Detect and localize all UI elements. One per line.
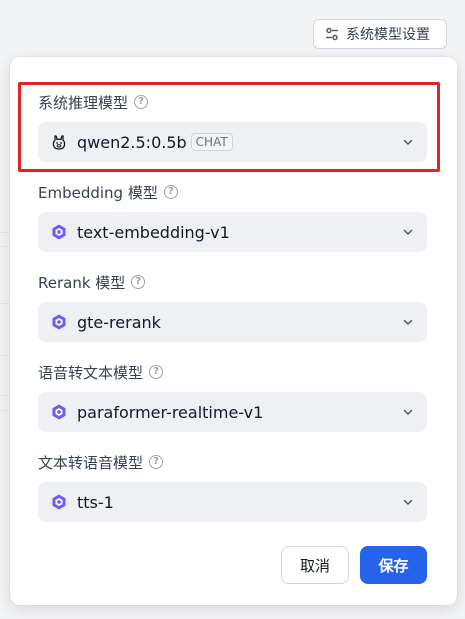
field-label: Rerank 模型: [38, 273, 126, 292]
qwen-logo-icon: [52, 404, 66, 420]
field-label: 文本转语音模型: [38, 453, 144, 472]
selected-model: qwen2.5:0.5b: [77, 132, 187, 152]
field-system-reasoning-model: 系统推理模型 ? qwen2.5:0.5b CHAT: [38, 92, 427, 162]
help-icon[interactable]: ?: [131, 275, 146, 289]
save-button[interactable]: 保存: [360, 546, 427, 584]
speech-to-text-model-select[interactable]: paraformer-realtime-v1: [38, 392, 427, 432]
background-divider: [0, 303, 10, 304]
field-rerank-model: Rerank 模型 ? gte-rerank: [38, 272, 427, 342]
field-speech-to-text-model: 语音转文本模型 ? paraformer-realtime-v1: [38, 362, 427, 432]
field-label: 系统推理模型: [38, 93, 129, 112]
chevron-down-icon: [403, 139, 413, 145]
background-divider: [0, 246, 10, 247]
model-type-badge: CHAT: [190, 133, 233, 151]
help-icon[interactable]: ?: [149, 365, 164, 379]
qwen-logo-icon: [52, 314, 66, 330]
chevron-down-icon: [403, 319, 413, 325]
background-divider: [0, 410, 10, 411]
sliders-icon: [326, 27, 338, 41]
field-label: 语音转文本模型: [38, 363, 144, 382]
field-label: Embedding 模型: [38, 183, 158, 202]
field-embedding-model: Embedding 模型 ? text-embedding-v1: [38, 182, 427, 252]
text-to-speech-model-select[interactable]: tts-1: [38, 482, 427, 522]
background-divider: [0, 395, 10, 396]
selected-model: text-embedding-v1: [77, 222, 230, 242]
background-divider: [0, 355, 10, 356]
llama-icon: [52, 135, 66, 150]
qwen-logo-icon: [52, 224, 66, 240]
help-icon[interactable]: ?: [134, 95, 149, 109]
background-divider: [0, 232, 10, 233]
field-text-to-speech-model: 文本转语音模型 ? tts-1: [38, 452, 427, 522]
help-icon[interactable]: ?: [149, 455, 164, 469]
selected-model: tts-1: [77, 492, 114, 512]
chevron-down-icon: [403, 229, 413, 235]
cancel-button[interactable]: 取消: [281, 546, 349, 584]
embedding-model-select[interactable]: text-embedding-v1: [38, 212, 427, 252]
help-icon[interactable]: ?: [163, 185, 178, 199]
system-model-settings-button[interactable]: 系统模型设置: [313, 19, 447, 49]
system-model-settings-label: 系统模型设置: [346, 27, 430, 43]
rerank-model-select[interactable]: gte-rerank: [38, 302, 427, 342]
selected-model: paraformer-realtime-v1: [77, 402, 264, 422]
chevron-down-icon: [403, 409, 413, 415]
selected-model: gte-rerank: [77, 312, 161, 332]
qwen-logo-icon: [52, 494, 66, 510]
system-reasoning-model-select[interactable]: qwen2.5:0.5b CHAT: [38, 122, 427, 162]
chevron-down-icon: [403, 499, 413, 505]
